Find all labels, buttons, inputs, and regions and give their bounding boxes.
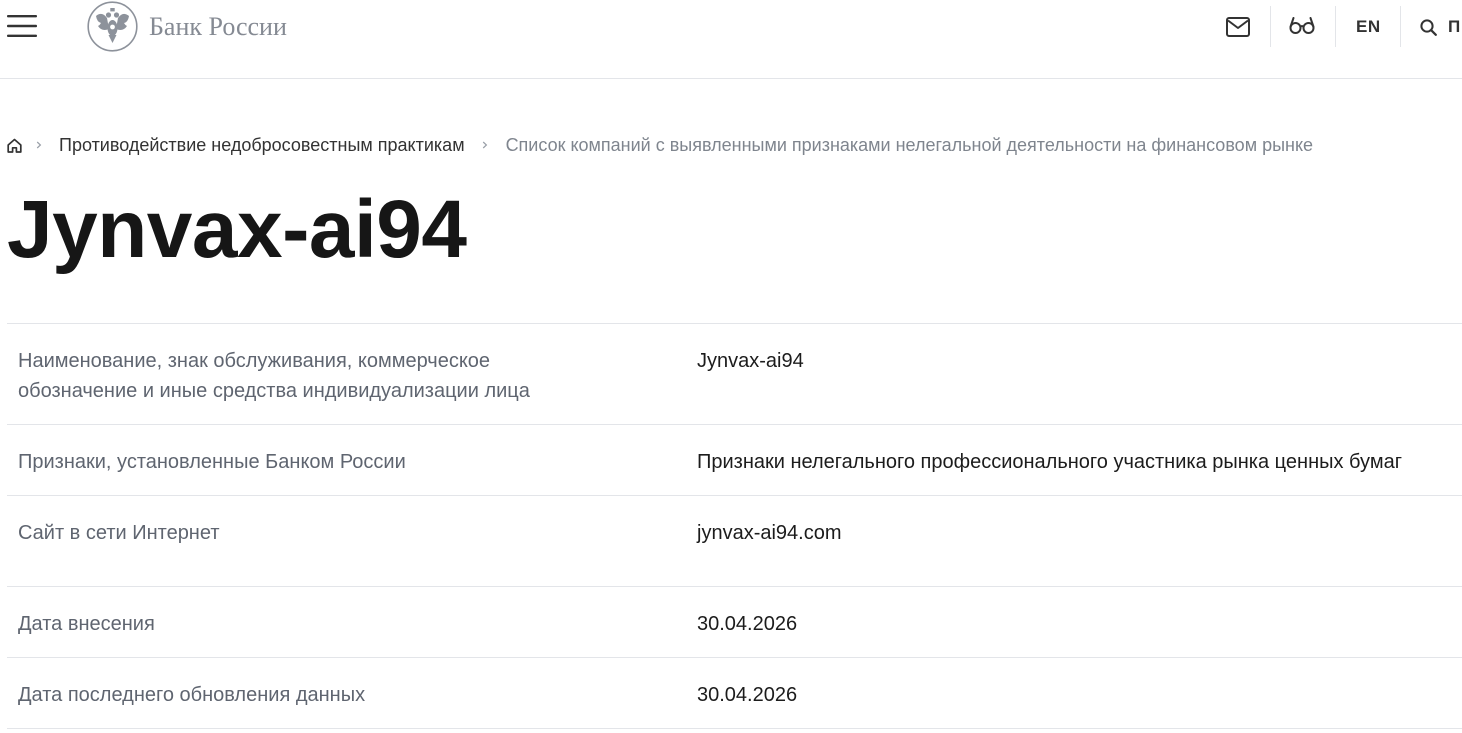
breadcrumb-item-current: Список компаний с выявленными признаками… <box>505 135 1314 155</box>
row-label: Дата внесения <box>18 613 155 635</box>
language-switch-en[interactable]: EN <box>1356 16 1381 38</box>
table-row: Дата последнего обновления данных 30.04.… <box>7 658 1462 729</box>
row-value: Jynvax-ai94 <box>697 350 804 372</box>
table-row: Сайт в сети Интернет jynvax-ai94.com <box>7 496 1462 587</box>
row-label: Дата последнего обновления данных <box>18 684 366 706</box>
glasses-icon[interactable] <box>1289 14 1315 36</box>
page-title: Jynvax-ai94 <box>7 184 467 275</box>
table-row: Признаки, установленные Банком России Пр… <box>7 425 1462 496</box>
header-divider <box>1400 6 1401 47</box>
date-updated-value: 30.04.2026 <box>697 684 798 706</box>
search-icon[interactable] <box>1420 19 1437 36</box>
row-label: Наименование, знак обслуживания, коммерч… <box>18 350 530 402</box>
bank-of-russia-emblem-icon <box>87 1 138 52</box>
row-label-cell: Дата внесения <box>7 587 686 657</box>
table-row: Наименование, знак обслуживания, коммерч… <box>7 324 1462 425</box>
search-label[interactable]: П <box>1448 16 1460 38</box>
row-label-cell: Наименование, знак обслуживания, коммерч… <box>7 324 686 424</box>
date-added-value: 30.04.2026 <box>697 613 798 635</box>
website-value: jynvax-ai94.com <box>697 522 842 544</box>
hamburger-menu-icon <box>7 15 37 37</box>
row-label: Признаки, установленные Банком России <box>18 451 406 473</box>
header-divider <box>1270 6 1271 47</box>
logo-text: Банк России <box>149 11 287 41</box>
row-label-cell: Дата последнего обновления данных <box>7 658 686 728</box>
home-icon[interactable] <box>7 138 22 153</box>
row-label-cell: Сайт в сети Интернет <box>7 496 686 586</box>
chevron-right-icon <box>36 141 42 149</box>
company-details-table: Наименование, знак обслуживания, коммерч… <box>7 323 1462 729</box>
breadcrumb: Противодействие недобросовестным практик… <box>7 132 1313 158</box>
chevron-right-icon <box>482 141 487 149</box>
mail-icon[interactable] <box>1226 17 1250 37</box>
menu-button[interactable] <box>7 14 37 38</box>
row-label-cell: Признаки, установленные Банком России <box>7 425 686 495</box>
table-row: Дата внесения 30.04.2026 <box>7 587 1462 658</box>
header-divider <box>1335 6 1336 47</box>
site-header: Банк России EN П <box>0 0 1462 79</box>
logo-link[interactable]: Банк России <box>87 1 287 52</box>
row-label: Сайт в сети Интернет <box>18 522 220 544</box>
row-value: Признаки нелегального профессионального … <box>697 451 1402 473</box>
breadcrumb-item-unfair-practices[interactable]: Противодействие недобросовестным практик… <box>59 132 465 158</box>
